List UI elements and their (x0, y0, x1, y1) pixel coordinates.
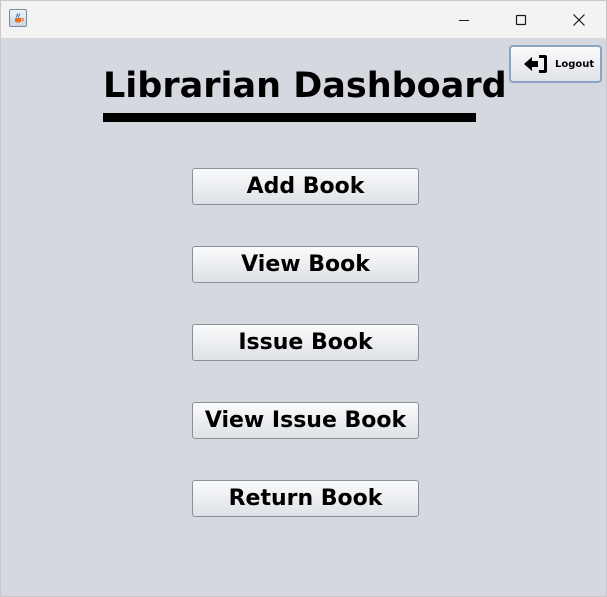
title-bar[interactable] (1, 1, 606, 38)
add-book-button[interactable]: Add Book (192, 168, 419, 205)
maximize-button[interactable] (492, 1, 550, 38)
java-cup-icon[interactable] (9, 9, 27, 27)
dashboard-panel: Librarian Dashboard Logout Add Book View… (1, 38, 606, 596)
title-underline (103, 113, 476, 122)
maximize-icon (515, 14, 527, 25)
view-issue-book-button[interactable]: View Issue Book (192, 402, 419, 439)
view-book-button[interactable]: View Book (192, 246, 419, 283)
page-title: Librarian Dashboard (103, 66, 507, 106)
logout-label: Logout (555, 58, 595, 70)
close-icon (573, 13, 585, 26)
minimize-icon (459, 19, 469, 21)
minimize-button[interactable] (435, 1, 493, 38)
close-button[interactable] (550, 1, 606, 38)
return-book-button[interactable]: Return Book (192, 480, 419, 517)
app-window: Librarian Dashboard Logout Add Book View… (0, 0, 607, 597)
logout-arrow-icon (524, 55, 547, 73)
issue-book-button[interactable]: Issue Book (192, 324, 419, 361)
logout-button[interactable]: Logout (509, 45, 602, 83)
